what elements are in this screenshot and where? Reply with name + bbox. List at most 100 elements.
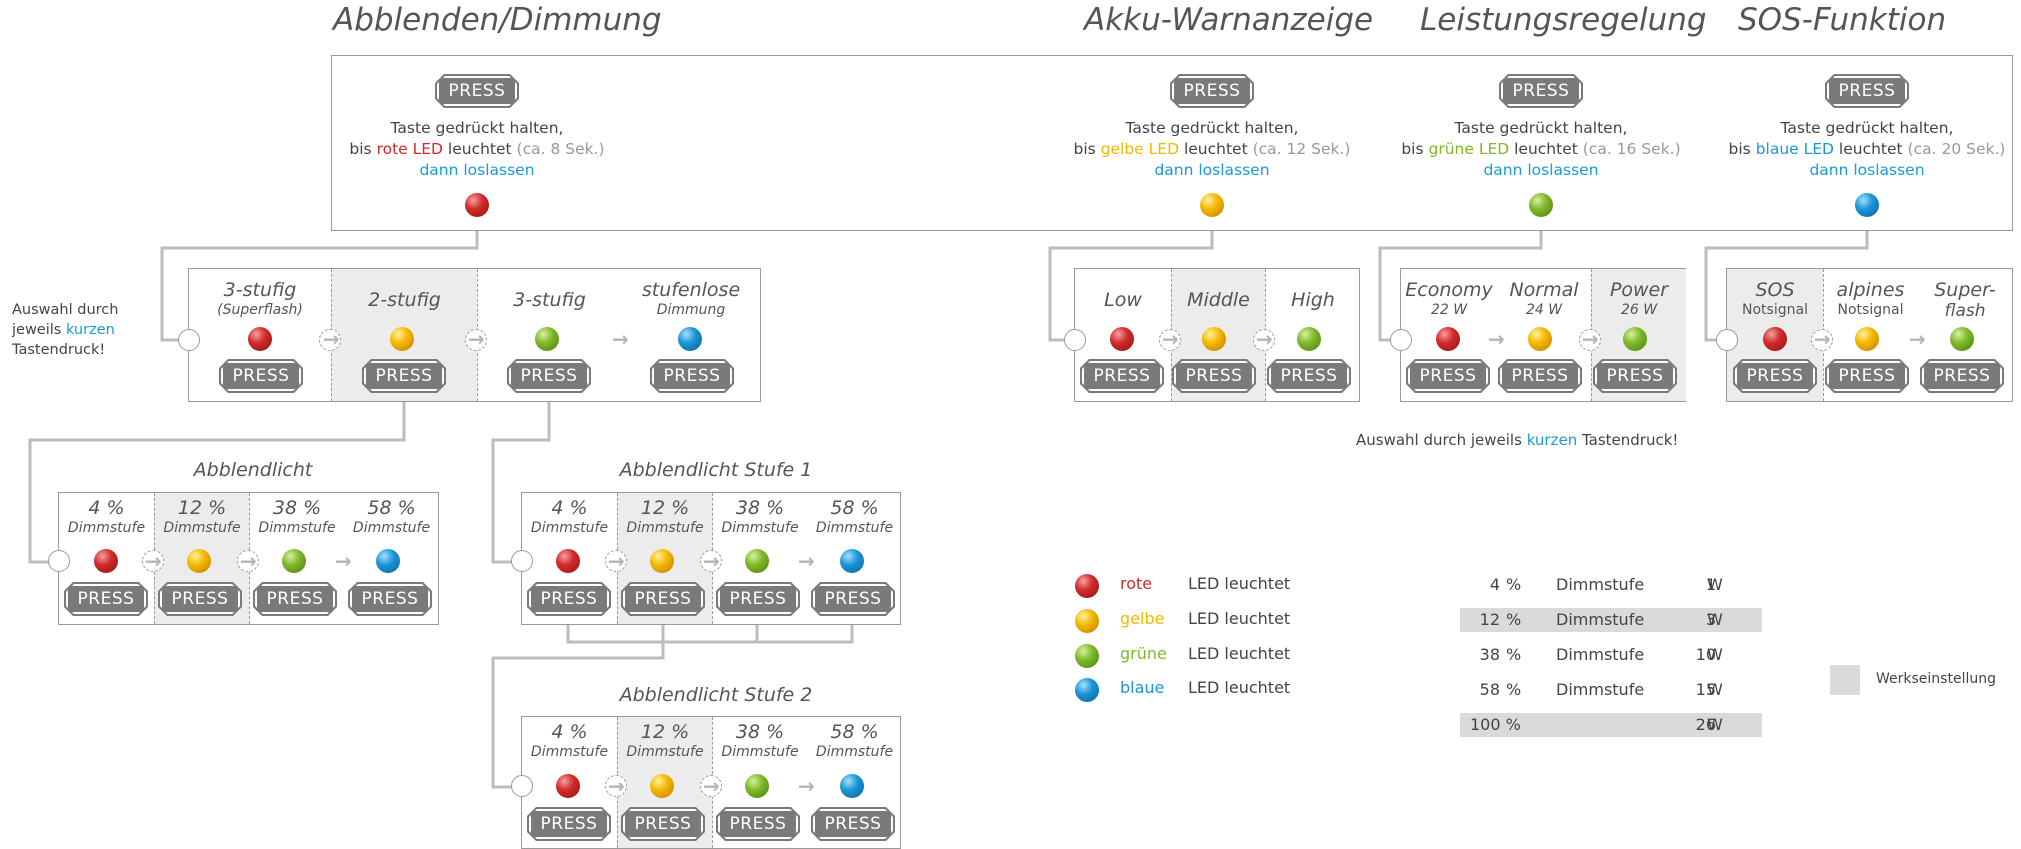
press-button[interactable]: PRESS — [529, 584, 609, 614]
legend-color-word: grüne — [1120, 644, 1167, 663]
side-note-line1: Auswahl durch — [12, 302, 119, 318]
press-button[interactable]: PRESS — [1174, 361, 1254, 391]
press-button[interactable]: PRESS — [813, 809, 893, 839]
press-button[interactable]: PRESS — [718, 809, 798, 839]
mode-label: High — [1291, 289, 1335, 311]
level-sub: Dimmstufe — [815, 520, 894, 536]
press-button[interactable]: PRESS — [1269, 361, 1349, 391]
press-button[interactable]: PRESS — [1500, 361, 1580, 391]
level-sub: Dimmstufe — [67, 520, 146, 536]
mode-sublabel: 22 W — [1430, 302, 1468, 318]
led-green — [1950, 327, 1974, 351]
entry-notch — [511, 550, 533, 572]
press-button[interactable]: PRESS — [1735, 361, 1815, 391]
mode-sublabel: (Superflash) — [217, 302, 303, 318]
arrow-right-icon: → — [1488, 327, 1505, 351]
level-pct: 58 % — [830, 497, 879, 519]
led-green — [745, 774, 769, 798]
entry-notch — [1716, 329, 1738, 351]
instruction-time: (ca. 12 Sek.) — [1252, 140, 1351, 158]
press-button[interactable]: PRESS — [1922, 361, 2002, 391]
press-button[interactable]: PRESS — [623, 809, 703, 839]
press-button[interactable]: PRESS — [221, 361, 301, 391]
press-button[interactable]: PRESS — [1827, 361, 1907, 391]
factory-setting-label: Werkseinstellung — [1876, 671, 1996, 687]
press-button-power[interactable]: PRESS — [1501, 76, 1581, 106]
row-label: Dimmstufe — [1556, 645, 1645, 664]
instruction-time: (ca. 8 Sek.) — [516, 140, 605, 158]
press-button[interactable]: PRESS — [813, 584, 893, 614]
press-button[interactable]: PRESS — [255, 584, 335, 614]
side-note-line2: jeweils kurzen — [12, 320, 118, 340]
instruction-line3: dann loslassen — [1809, 161, 1925, 179]
led-red — [556, 774, 580, 798]
level-sub: Dimmstufe — [163, 520, 241, 536]
legend-led-blue — [1075, 678, 1099, 702]
level-pct: 4 % — [88, 497, 125, 519]
press-button[interactable]: PRESS — [509, 361, 589, 391]
instruction-power: Taste gedrückt halten, bis grüne LED leu… — [1391, 118, 1691, 181]
mode-sublabel: Notsignal — [1742, 302, 1808, 318]
arrow-right-icon: → — [468, 327, 485, 351]
press-button[interactable]: PRESS — [1408, 361, 1488, 391]
press-button-dimming[interactable]: PRESS — [437, 76, 517, 106]
press-button[interactable]: PRESS — [1082, 361, 1162, 391]
level-pct: 12 % — [177, 497, 227, 519]
level-pct: 4 % — [551, 497, 588, 519]
level-pct: 38 % — [272, 497, 322, 519]
instruction-line2: bis blaue LED leuchtet (ca. 20 Sek.) — [1717, 139, 2017, 160]
led-yellow — [187, 549, 211, 573]
instruction-pre: bis — [1728, 140, 1756, 158]
power-table-row: 58 % Dimmstufe 15 W — [1460, 678, 1762, 702]
row-wunit: W — [1707, 680, 1723, 699]
press-button[interactable]: PRESS — [160, 584, 240, 614]
instruction-pre: bis — [349, 140, 377, 158]
subtable-title: Abblendlicht Stufe 1 — [619, 459, 813, 481]
level-sub: Dimmstufe — [530, 744, 609, 760]
led-red — [1763, 327, 1787, 351]
mode-sublabel: Dimmung — [656, 302, 726, 318]
press-button[interactable]: PRESS — [652, 361, 732, 391]
press-button-sos[interactable]: PRESS — [1827, 76, 1907, 106]
side-note-line3: Tastendruck! — [12, 342, 106, 358]
press-button[interactable]: PRESS — [623, 584, 703, 614]
instruction-color-word: gelbe LED — [1100, 140, 1180, 158]
row-unit: % — [1506, 645, 1522, 664]
arrow-right-icon: → — [703, 774, 720, 798]
press-button[interactable]: PRESS — [529, 809, 609, 839]
arrow-right-icon: → — [1909, 327, 1926, 351]
mode-label: 3-stufig — [513, 289, 586, 311]
bottom-note-blue: kurzen — [1526, 431, 1578, 449]
press-button[interactable]: PRESS — [66, 584, 146, 614]
press-button[interactable]: PRESS — [1595, 361, 1675, 391]
entry-notch — [1064, 329, 1086, 351]
press-button[interactable]: PRESS — [350, 584, 430, 614]
row-pct: 100 % — [1470, 715, 1521, 734]
mode-label: Normal — [1509, 279, 1579, 301]
level-sub: Dimmstufe — [721, 744, 799, 760]
press-button[interactable]: PRESS — [718, 584, 798, 614]
mode-sublabel: flash — [1944, 301, 1986, 321]
level-pct: 58 % — [367, 497, 416, 519]
mode-label: alpines — [1836, 279, 1905, 301]
mode-label: 2-stufig — [368, 289, 441, 311]
arrow-right-icon: → — [608, 774, 625, 798]
level-sub: Dimmstufe — [530, 520, 609, 536]
instruction-post: leuchtet — [1833, 140, 1908, 158]
legend-text: LED leuchtet — [1188, 574, 1291, 593]
led-red — [1110, 327, 1134, 351]
arrow-right-icon: → — [1162, 327, 1179, 351]
factory-setting-swatch — [1830, 665, 1860, 695]
bottom-note-pre: Auswahl durch jeweils — [1356, 431, 1527, 449]
press-button-battery[interactable]: PRESS — [1172, 76, 1252, 106]
mode-label: SOS — [1755, 279, 1795, 301]
instruction-color-word: blaue LED — [1755, 140, 1834, 158]
subtable-title: Abblendlicht Stufe 2 — [619, 684, 813, 706]
side-note-blue: kurzen — [65, 322, 115, 338]
press-button[interactable]: PRESS — [364, 361, 444, 391]
mode-label: Super- — [1934, 279, 1996, 301]
instruction-line3: dann loslassen — [1154, 161, 1270, 179]
led-green — [1297, 327, 1321, 351]
mode-label: Economy — [1405, 279, 1493, 301]
mode-label: Middle — [1187, 289, 1250, 311]
